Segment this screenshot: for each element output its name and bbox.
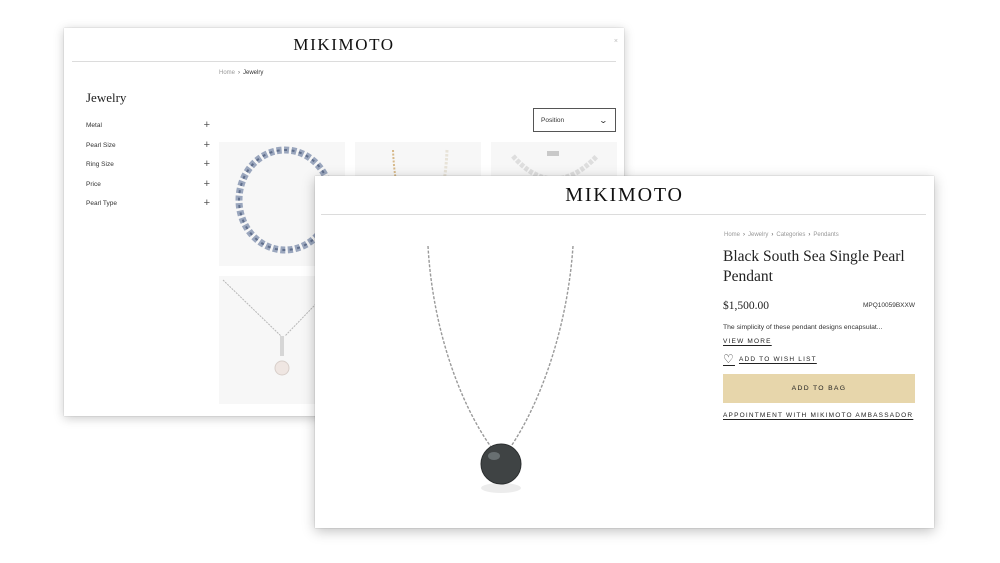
breadcrumb-home[interactable]: Home <box>219 70 235 76</box>
plus-icon[interactable]: + <box>204 139 210 151</box>
breadcrumb-separator: › <box>238 70 241 76</box>
breadcrumb-jewelry[interactable]: Jewelry <box>748 232 768 238</box>
brand-logo[interactable]: MIKIMOTO <box>315 184 934 207</box>
plus-icon[interactable]: + <box>204 159 210 170</box>
breadcrumb-categories[interactable]: Categories <box>776 232 805 238</box>
header-divider <box>72 61 616 62</box>
product-title: Black South Sea Single Pearl Pendant <box>723 248 905 285</box>
chevron-down-icon: ⌄ <box>598 115 609 125</box>
black-pearl-pendant-image <box>427 245 574 493</box>
filter-label: Metal <box>86 122 102 130</box>
product-image <box>315 216 715 528</box>
breadcrumb-pendants[interactable]: Pendants <box>813 232 838 238</box>
sort-selected-value: Position <box>541 116 565 124</box>
page-title: Jewelry <box>86 90 127 105</box>
filter-label: Pearl Size <box>86 141 116 149</box>
breadcrumb: Home › Jewelry › Categories › Pendants <box>724 232 839 238</box>
plus-icon[interactable]: + <box>204 178 210 190</box>
sort-select[interactable]: Position ⌄ <box>533 108 616 132</box>
filter-label: Pearl Type <box>86 200 117 208</box>
close-icon[interactable]: × <box>614 38 618 45</box>
breadcrumb-separator: › <box>771 232 774 238</box>
filter-label: Price <box>86 180 101 188</box>
filter-price[interactable]: Price + <box>86 175 210 195</box>
breadcrumb-current: Jewelry <box>243 70 264 76</box>
header-divider <box>321 214 926 215</box>
breadcrumb: Home › Jewelry <box>219 70 263 76</box>
plus-icon[interactable]: + <box>204 198 210 209</box>
filter-pearl-size[interactable]: Pearl Size + <box>86 136 210 156</box>
plus-icon[interactable]: + <box>204 120 210 131</box>
filter-label: Ring Size <box>86 161 114 169</box>
filter-pearl-type[interactable]: Pearl Type + <box>86 194 210 214</box>
product-sku: MPQ10059BXXW <box>862 302 915 309</box>
add-to-wishlist-link[interactable]: ♡ ADD TO WISH LIST <box>723 353 817 365</box>
wishlist-label: ADD TO WISH LIST <box>738 355 817 363</box>
product-description: The simplicity of these pendant designs … <box>723 324 883 331</box>
filter-list: Metal + Pearl Size + Ring Size + Price +… <box>86 116 210 214</box>
add-to-bag-button[interactable]: ADD TO BAG <box>723 374 915 403</box>
brand-logo[interactable]: MIKIMOTO <box>64 35 624 55</box>
view-more-link[interactable]: VIEW MORE <box>723 338 772 345</box>
breadcrumb-separator: › <box>743 232 746 238</box>
filter-ring-size[interactable]: Ring Size + <box>86 155 210 175</box>
breadcrumb-home[interactable]: Home <box>724 232 740 238</box>
product-price: $1,500.00 <box>723 300 769 312</box>
filter-metal[interactable]: Metal + <box>86 116 210 136</box>
appointment-link[interactable]: APPOINTMENT WITH MIKIMOTO AMBASSADOR <box>723 412 913 419</box>
product-detail-window: MIKIMOTO Home › Jewelry › Categories › Pendant… <box>315 176 934 528</box>
breadcrumb-separator: › <box>808 232 811 238</box>
heart-icon[interactable]: ♡ <box>723 353 735 365</box>
